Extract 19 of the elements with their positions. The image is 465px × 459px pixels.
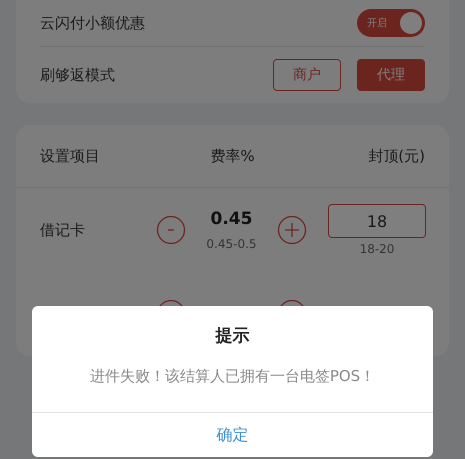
toggle-label: 开启 xyxy=(367,16,387,30)
setting-label: 云闪付小额优惠 xyxy=(40,14,145,32)
dialog-title: 提示 xyxy=(216,325,250,347)
plus-icon[interactable] xyxy=(276,215,307,245)
toggle-switch[interactable]: 开启 xyxy=(357,9,425,37)
column-header: 费率% xyxy=(209,146,256,166)
row-label: 借记卡 xyxy=(40,220,86,240)
dialog-message: 进件失败！该结算人已拥有一台电签POS！ xyxy=(90,367,376,386)
confirm-button[interactable]: 确定 xyxy=(32,412,433,457)
column-header: 封顶(元) xyxy=(367,146,425,166)
mode-option[interactable]: 商户 xyxy=(273,59,341,91)
mode-option[interactable]: 代理 xyxy=(357,59,425,91)
cap-input[interactable]: 18 xyxy=(328,204,426,238)
rate-range: 0.45-0.5 xyxy=(206,237,257,251)
cap-range: 18-20 xyxy=(360,242,394,256)
setting-label: 刷够返模式 xyxy=(40,66,115,84)
rate-value: 0.45 xyxy=(210,209,252,229)
minus-icon[interactable] xyxy=(156,215,186,245)
column-header: 设置项目 xyxy=(40,146,101,166)
